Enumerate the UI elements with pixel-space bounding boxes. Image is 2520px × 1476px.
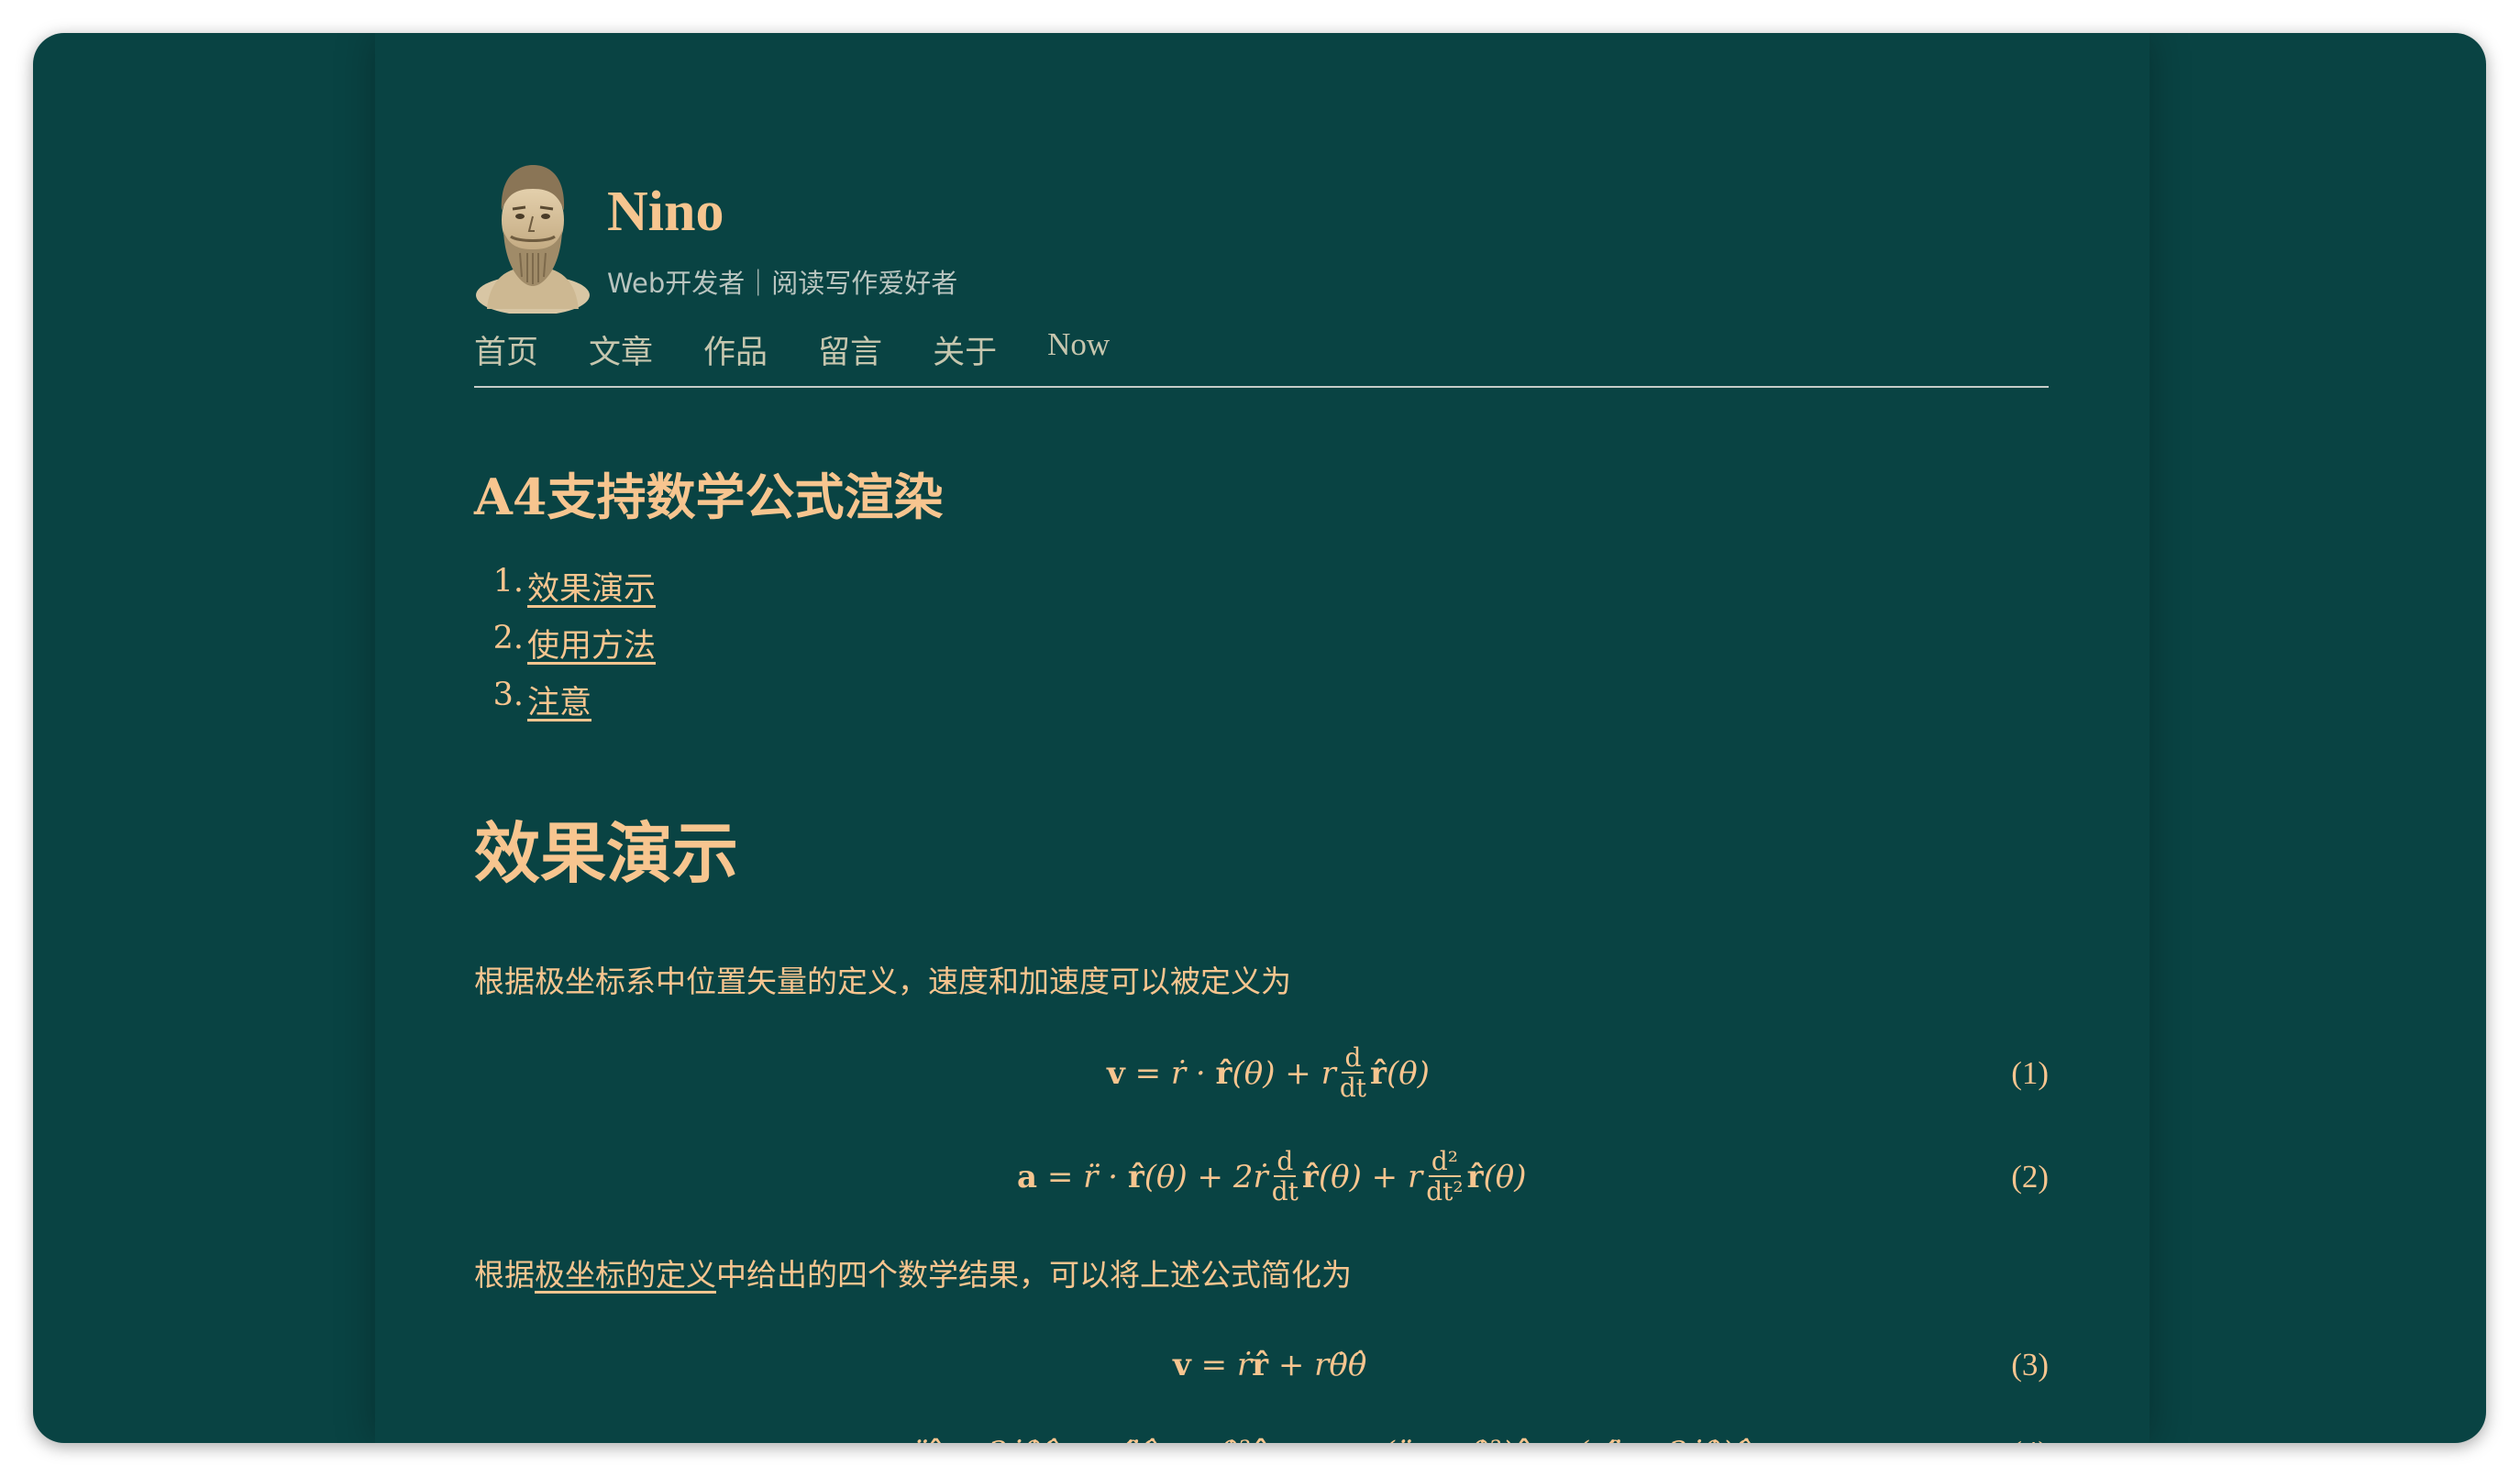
nav-item-about[interactable]: 关于 — [933, 326, 997, 373]
browser-window: Nino Web开发者｜阅读写作爱好者 首页 文章 作品 留言 关于 Now A… — [33, 33, 2486, 1443]
equation-row: a = r̈ · r̂ (θ) + 2ṙ d dt r̂ (θ) + r d² dt² r̂ (θ… — [474, 1136, 2049, 1218]
equation-number: (1) — [2011, 1055, 2049, 1091]
polar-definition-link[interactable]: 极坐标的定义 — [535, 1257, 716, 1293]
equation-3: v = ṙ r̂ + rθ̇θ̂ — [1173, 1347, 1367, 1383]
toc-item: 3. 注意 — [474, 677, 656, 733]
equation-4: a = r̈r̂ + 2ṙθ̇θ̂ + rθ̈θ̂ − rθ̇²r̂ = (r̈… — [845, 1412, 1752, 1443]
equation-row: v = ṙ r̂ + rθ̇θ̂ (3) — [474, 1324, 2049, 1406]
nav-item-guestbook[interactable]: 留言 — [818, 326, 882, 373]
paragraph-simplify: 根据极坐标的定义中给出的四个数学结果，可以将上述公式简化为 — [474, 1250, 1352, 1294]
site-title[interactable]: Nino — [607, 180, 724, 245]
equation-1: v = ṙ · r̂ (θ) + r d dt r̂ (θ) — [1107, 1041, 1430, 1104]
toc-number: 2. — [492, 620, 524, 656]
table-of-contents: 1. 效果演示 2. 使用方法 3. 注意 — [474, 563, 656, 733]
main-nav: 首页 文章 作品 留言 关于 Now — [474, 326, 1160, 373]
avatar[interactable] — [474, 158, 591, 314]
blog-page: Nino Web开发者｜阅读写作爱好者 首页 文章 作品 留言 关于 Now A… — [375, 33, 2150, 1443]
toc-link-usage[interactable]: 使用方法 — [527, 620, 656, 677]
post-title: A4支持数学公式渲染 — [474, 468, 944, 526]
toc-item: 2. 使用方法 — [474, 620, 656, 677]
equation-number: (2) — [2011, 1159, 2049, 1195]
nav-item-home[interactable]: 首页 — [474, 326, 538, 373]
toc-number: 3. — [492, 677, 524, 713]
nav-item-works[interactable]: 作品 — [703, 326, 768, 373]
equation-row: a = r̈r̂ + 2ṙθ̇θ̂ + rθ̈θ̂ − rθ̇²r̂ = (r̈… — [474, 1412, 2049, 1443]
equation-row: v = ṙ · r̂ (θ) + r d dt r̂ (θ) (1) — [474, 1032, 2049, 1115]
site-subtitle: Web开发者｜阅读写作爱好者 — [607, 268, 958, 299]
paragraph-text: 根据 — [474, 1257, 535, 1293]
toc-number: 1. — [492, 563, 524, 600]
nav-item-articles[interactable]: 文章 — [589, 326, 653, 373]
toc-link-demo[interactable]: 效果演示 — [527, 563, 656, 620]
nav-item-now[interactable]: Now — [1047, 326, 1110, 373]
toc-link-notes[interactable]: 注意 — [527, 677, 591, 733]
equation-number: (3) — [2011, 1347, 2049, 1382]
nav-divider — [474, 386, 2049, 388]
toc-item: 1. 效果演示 — [474, 563, 656, 620]
equation-number: (4) — [2011, 1412, 2049, 1443]
paragraph-text: 中给出的四个数学结果，可以将上述公式简化为 — [716, 1257, 1352, 1293]
paragraph-definition: 根据极坐标系中位置矢量的定义，速度和加速度可以被定义为 — [474, 964, 1291, 999]
section-heading: 效果演示 — [474, 814, 739, 892]
equation-2: a = r̈ · r̂ (θ) + 2ṙ d dt r̂ (θ) + r d² dt² r̂ (θ… — [1017, 1145, 1527, 1207]
